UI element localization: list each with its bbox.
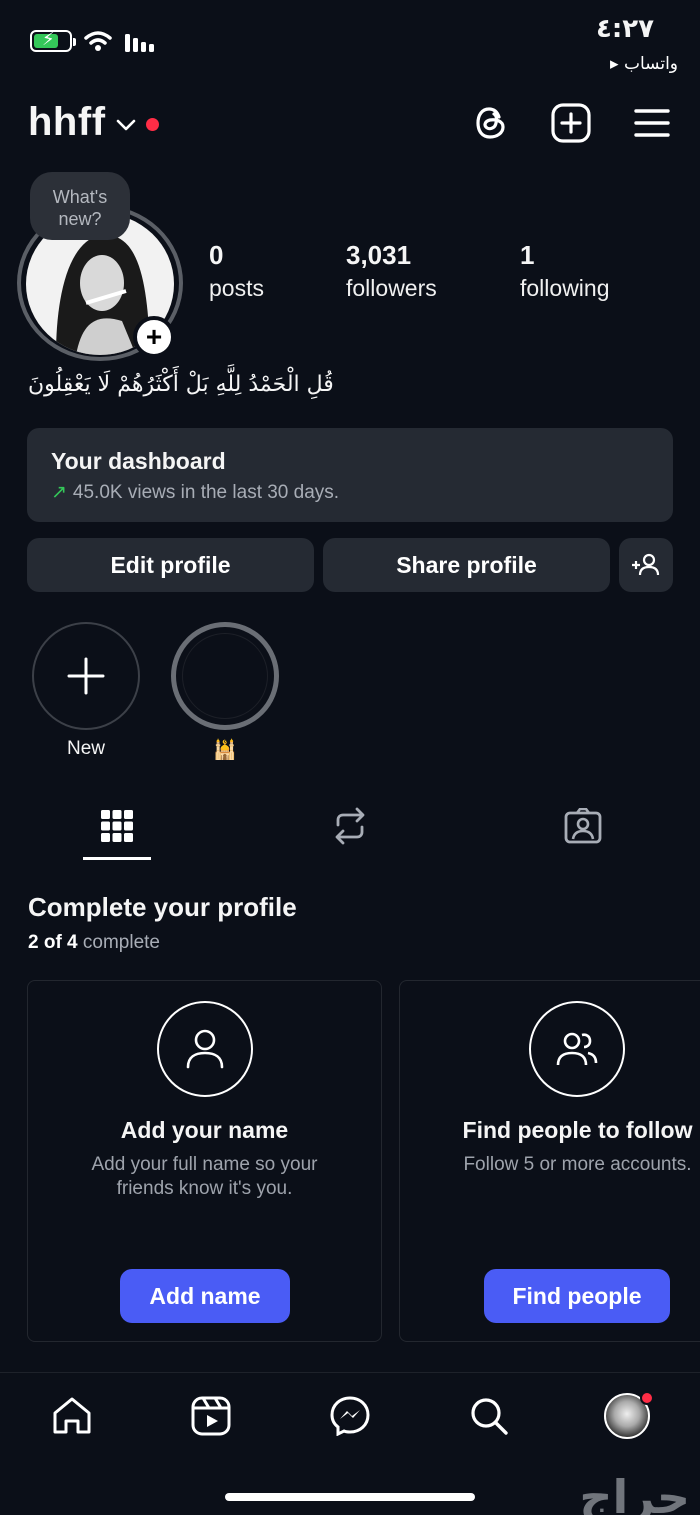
wifi-icon bbox=[84, 31, 112, 51]
stat-value: 0 bbox=[209, 240, 224, 270]
find-people-card: Find people to follow Follow 5 or more a… bbox=[399, 980, 700, 1342]
new-highlight-button[interactable] bbox=[32, 622, 140, 730]
stat-following[interactable]: 1 following bbox=[520, 240, 610, 302]
stat-value: 1 bbox=[520, 240, 535, 270]
highlight-label: 🕌 bbox=[213, 740, 237, 761]
stat-followers[interactable]: 3,031 followers bbox=[346, 240, 437, 302]
highlight-label: New bbox=[66, 738, 105, 759]
plus-icon bbox=[67, 657, 105, 695]
reels-icon[interactable] bbox=[189, 1394, 233, 1438]
dashboard-subtitle: 45.0K views in the last 30 days. bbox=[72, 482, 340, 503]
card-title: Find people to follow bbox=[462, 1117, 693, 1143]
find-people-button[interactable]: Find people bbox=[484, 1269, 670, 1323]
stat-value: 3,031 bbox=[346, 240, 412, 270]
add-name-card: Add your name Add your full name so your… bbox=[27, 980, 382, 1342]
grid-icon bbox=[101, 810, 133, 842]
dashboard-title: Your dashboard bbox=[51, 448, 226, 474]
notification-dot bbox=[640, 1391, 654, 1405]
share-profile-button[interactable]: Share profile bbox=[323, 538, 610, 592]
watermark: حراج bbox=[579, 1470, 690, 1515]
home-indicator[interactable] bbox=[225, 1493, 475, 1501]
chevron-down-icon bbox=[116, 114, 136, 137]
tagged-tab[interactable] bbox=[559, 802, 607, 850]
add-person-icon bbox=[632, 553, 660, 576]
username-label: hhff bbox=[28, 100, 106, 144]
card-title: Add your name bbox=[120, 1117, 289, 1143]
people-icon bbox=[529, 1001, 625, 1097]
trend-up-icon: ↗ bbox=[51, 482, 67, 503]
card-description: Follow 5 or more accounts. bbox=[463, 1154, 692, 1175]
whats-new-note[interactable]: What's new? bbox=[30, 172, 130, 240]
repost-icon bbox=[335, 807, 365, 845]
add-name-button[interactable]: Add name bbox=[120, 1269, 290, 1323]
discover-people-button[interactable] bbox=[619, 538, 673, 592]
home-icon[interactable] bbox=[50, 1394, 94, 1438]
signal-icon bbox=[125, 34, 154, 52]
notification-dot bbox=[145, 118, 159, 131]
stat-label: posts bbox=[209, 275, 264, 301]
reposts-tab[interactable] bbox=[326, 802, 374, 850]
dashboard-subtitle-row: ↗ 45.0K views in the last 30 days. bbox=[51, 481, 649, 504]
add-story-button[interactable]: + bbox=[133, 316, 175, 358]
complete-profile-title: Complete your profile bbox=[28, 892, 297, 922]
messenger-icon[interactable] bbox=[328, 1394, 372, 1438]
nav-divider bbox=[0, 1372, 700, 1373]
edit-profile-button[interactable]: Edit profile bbox=[27, 538, 314, 592]
progress-word: complete bbox=[82, 932, 161, 953]
stat-posts[interactable]: 0 posts bbox=[209, 240, 264, 302]
stat-label: following bbox=[520, 275, 610, 301]
tagged-person-icon bbox=[564, 808, 602, 844]
create-post-icon[interactable] bbox=[550, 102, 592, 144]
highlight-item[interactable] bbox=[171, 622, 279, 730]
complete-profile-progress: 2 of 4 complete bbox=[28, 932, 160, 954]
search-icon[interactable] bbox=[467, 1394, 511, 1438]
battery-icon: ⚡ bbox=[30, 29, 76, 52]
threads-icon[interactable] bbox=[470, 102, 512, 144]
progress-count: 2 of 4 bbox=[28, 932, 78, 953]
dashboard-card[interactable]: Your dashboard ↗ 45.0K views in the last … bbox=[27, 428, 673, 522]
active-tab-indicator bbox=[83, 857, 151, 860]
account-switcher[interactable]: hhff bbox=[28, 100, 159, 145]
back-to-app-link[interactable]: ▸ واتساب bbox=[610, 54, 678, 74]
status-icons: ⚡ bbox=[30, 29, 156, 52]
menu-icon[interactable] bbox=[631, 102, 673, 144]
card-description: Add your full name so your friends know … bbox=[91, 1154, 318, 1199]
grid-tab[interactable] bbox=[93, 802, 141, 850]
stat-label: followers bbox=[346, 275, 437, 301]
profile-bio: قُلِ الْحَمْدُ لِلَّهِ بَلْ أَكْثَرُهُمْ… bbox=[28, 372, 334, 397]
person-icon bbox=[157, 1001, 253, 1097]
status-time: ٤:٢٧ bbox=[595, 14, 654, 44]
